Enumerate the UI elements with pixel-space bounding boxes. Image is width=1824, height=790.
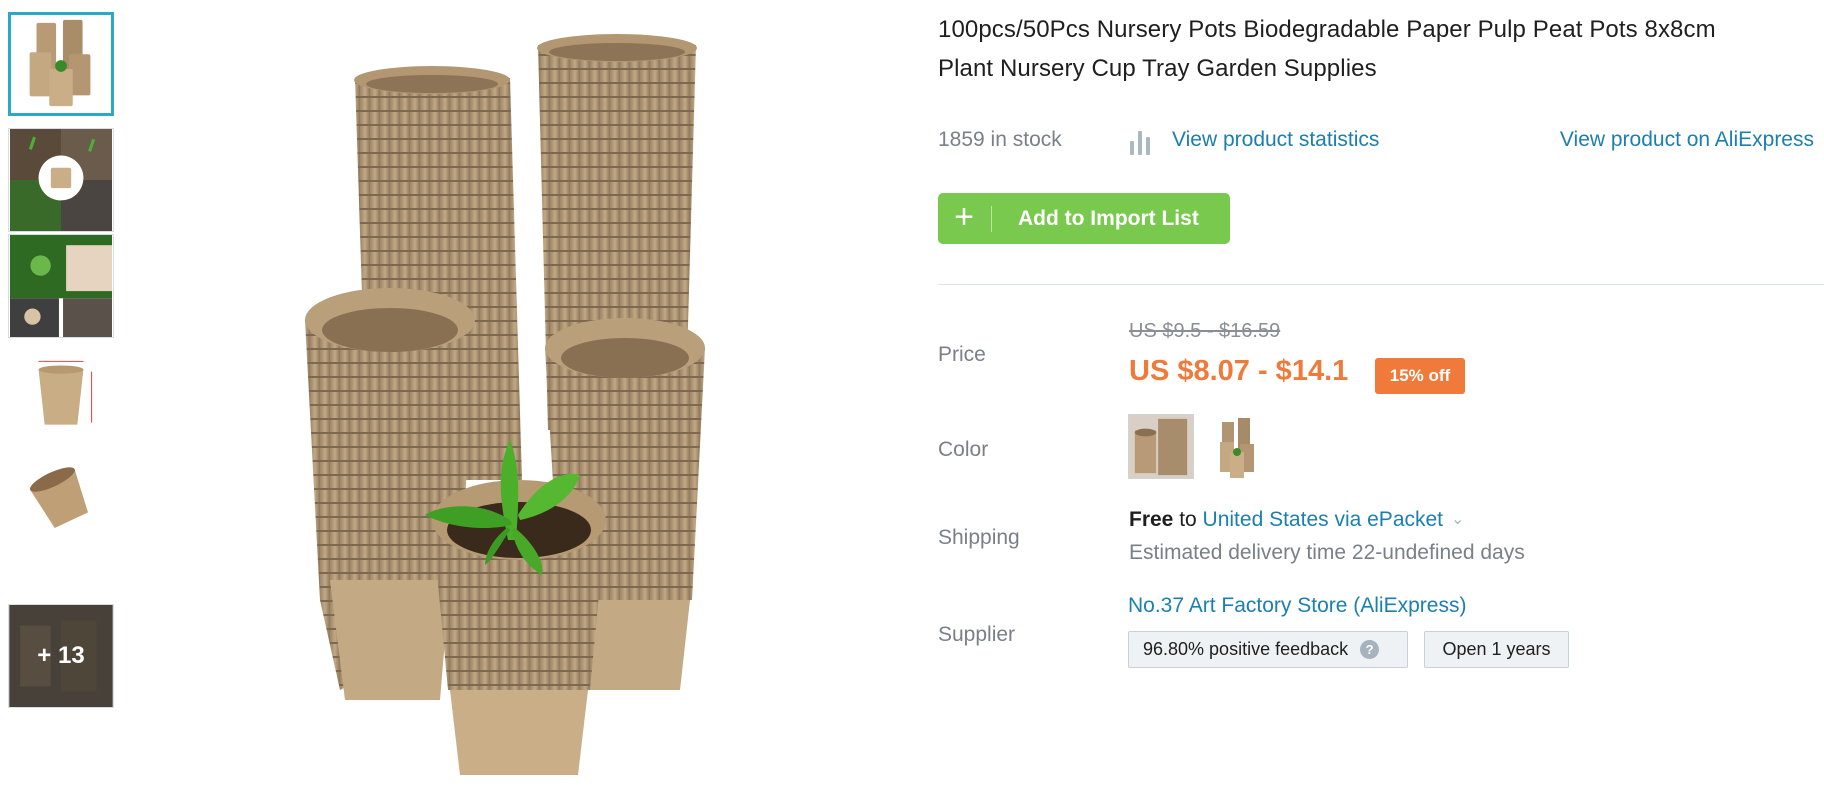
add-to-import-list-button[interactable]: + Add to Import List xyxy=(938,193,1230,244)
swatch-image xyxy=(1129,415,1193,478)
help-icon[interactable]: ? xyxy=(1360,640,1380,659)
product-photo xyxy=(260,0,760,790)
delivery-estimate: Estimated delivery time 22-undefined day… xyxy=(1129,541,1525,564)
thumbnail-image xyxy=(10,447,112,549)
thumbnail-5[interactable] xyxy=(8,446,114,550)
color-label: Color xyxy=(938,438,989,461)
add-to-import-list-label: Add to Import List xyxy=(1018,207,1199,230)
thumbnail-2[interactable] xyxy=(8,128,114,232)
color-swatch-1[interactable] xyxy=(1128,414,1194,479)
shipping-to: to xyxy=(1173,508,1203,531)
thumbnail-image xyxy=(12,15,110,113)
bar-chart-icon[interactable] xyxy=(1128,129,1154,155)
product-title: 100pcs/50Pcs Nursery Pots Biodegradable … xyxy=(938,10,1798,88)
feedback-text: 96.80% positive feedback xyxy=(1143,639,1349,659)
thumbnail-1[interactable] xyxy=(8,12,114,116)
shipping-free: Free xyxy=(1129,508,1174,531)
swatch-image xyxy=(1212,414,1262,479)
thumbnail-image xyxy=(10,235,112,337)
view-on-aliexpress-link[interactable]: View product on AliExpress xyxy=(1560,128,1814,152)
price-label: Price xyxy=(938,343,986,366)
shipping-label: Shipping xyxy=(938,526,1020,549)
current-price: US $8.07 - $14.1 xyxy=(1129,355,1349,387)
plus-icon: + xyxy=(954,198,974,236)
main-product-image[interactable] xyxy=(260,0,760,790)
thumbnail-3[interactable] xyxy=(8,234,114,338)
feedback-badge: 96.80% positive feedback ? xyxy=(1128,631,1408,668)
chevron-down-icon[interactable]: ⌄ xyxy=(1451,509,1464,529)
thumbnail-image xyxy=(10,341,112,443)
shipping-destination-dropdown[interactable]: United States via ePacket xyxy=(1203,508,1443,531)
original-price: US $9.5 - $16.59 xyxy=(1129,320,1281,342)
thumbnail-4[interactable] xyxy=(8,340,114,444)
shipping-info: Free to United States via ePacket ⌄ xyxy=(1129,508,1464,532)
section-divider xyxy=(938,284,1824,285)
discount-badge: 15% off xyxy=(1375,358,1465,394)
product-info-panel: 100pcs/50Pcs Nursery Pots Biodegradable … xyxy=(938,0,1824,790)
thumbnail-more[interactable]: + 13 xyxy=(8,604,114,708)
color-swatch-2[interactable] xyxy=(1212,414,1262,479)
supplier-store-link[interactable]: No.37 Art Factory Store (AliExpress) xyxy=(1128,594,1466,618)
stock-count: 1859 in stock xyxy=(938,128,1062,151)
store-age-text: Open 1 years xyxy=(1442,639,1551,659)
stock-row: 1859 in stock View product statistics Vi… xyxy=(938,128,1824,158)
product-title-line-1: 100pcs/50Pcs Nursery Pots Biodegradable … xyxy=(938,16,1716,43)
view-product-statistics-link[interactable]: View product statistics xyxy=(1172,128,1379,152)
supplier-label: Supplier xyxy=(938,623,1016,646)
store-age-badge: Open 1 years xyxy=(1424,631,1569,668)
thumbnail-image xyxy=(10,129,112,231)
product-title-line-2: Plant Nursery Cup Tray Garden Supplies xyxy=(938,55,1377,82)
more-images-count: + 13 xyxy=(9,605,113,707)
button-separator xyxy=(991,206,992,232)
